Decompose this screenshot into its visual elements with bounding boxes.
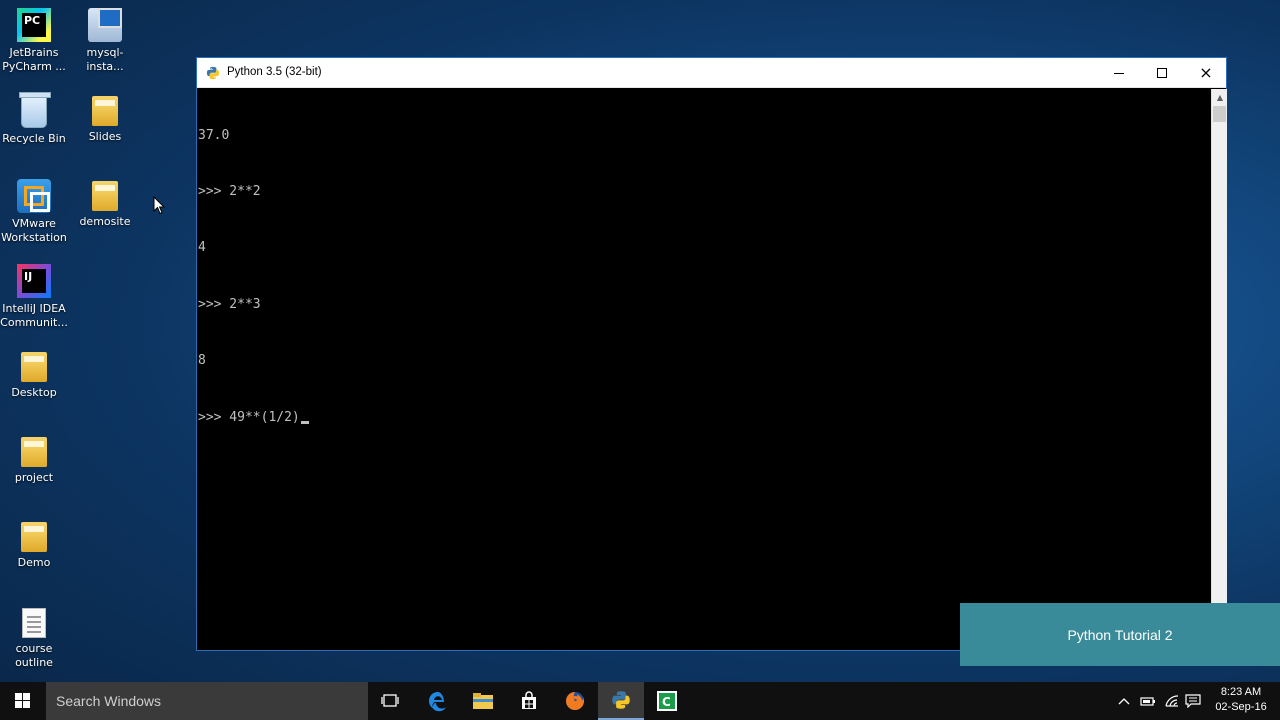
desktop-icon-label: JetBrains PyCharm ... [2, 46, 66, 73]
minimize-button[interactable] [1097, 58, 1141, 88]
desktop-icon-label: mysql-insta... [86, 46, 124, 73]
console-output[interactable]: 37.0 >>> 2**2 4 >>> 2**3 8 >>> 49**(1/2) [197, 89, 1211, 650]
text-caret [300, 420, 309, 424]
folder-icon [21, 522, 47, 552]
maximize-button[interactable] [1140, 58, 1184, 88]
file-explorer-icon [473, 693, 493, 709]
desktop-icon-label: course outline [15, 642, 53, 669]
desktop-icon-intellij[interactable]: IJ IntelliJ IDEA Communit... [0, 264, 70, 330]
clock[interactable]: 8:23 AM 02-Sep-16 [1206, 685, 1276, 715]
document-icon [22, 608, 46, 638]
intellij-icon: IJ [17, 264, 51, 298]
battery-plug-icon [1140, 697, 1155, 706]
vertical-scrollbar[interactable]: ▲ [1211, 89, 1227, 650]
start-button[interactable] [0, 682, 46, 720]
console-input-line[interactable]: >>> 49**(1/2) [198, 409, 1211, 428]
window-titlebar[interactable]: Python 3.5 (32-bit) × [197, 58, 1226, 88]
desktop-icon-project[interactable]: project [0, 435, 70, 485]
taskbar-python[interactable] [598, 682, 644, 720]
wifi-tray-button[interactable] [1164, 682, 1180, 720]
taskbar-store[interactable] [506, 682, 552, 720]
window-title: Python 3.5 (32-bit) [227, 66, 322, 78]
python-icon [206, 66, 220, 80]
taskbar-camtasia[interactable]: C [644, 682, 690, 720]
taskbar-firefox[interactable] [552, 682, 598, 720]
folder-icon [21, 437, 47, 467]
console-line: 37.0 [198, 127, 230, 143]
desktop-icon-pycharm[interactable]: PC JetBrains PyCharm ... [0, 8, 70, 74]
desktop-icon-course-outline[interactable]: course outline [0, 606, 70, 670]
desktop-icon-label: VMware Workstation [1, 217, 67, 244]
search-box[interactable]: Search Windows [46, 682, 368, 720]
overlay-text: Python Tutorial 2 [1067, 626, 1173, 643]
folder-icon [21, 352, 47, 382]
minimize-icon [1114, 72, 1124, 74]
desktop-icon-desktop[interactable]: Desktop [0, 350, 70, 400]
console-line: 8 [198, 353, 206, 369]
chevron-up-icon [1118, 698, 1130, 705]
desktop-icon-mysql-installer[interactable]: mysql-insta... [69, 8, 141, 74]
task-view-icon [381, 694, 399, 707]
desktop-icon-label: Slides [88, 130, 122, 143]
desktop-icon-label: demosite [79, 215, 131, 228]
maximize-icon [1157, 68, 1167, 78]
show-hidden-icons-button[interactable] [1118, 682, 1130, 720]
vmware-icon [17, 179, 51, 213]
console-current-input: >>> 49**(1/2) [198, 409, 300, 425]
desktop-icon-label: Recycle Bin [2, 132, 66, 145]
svg-text:C: C [662, 695, 671, 709]
store-icon [522, 691, 536, 709]
scrollbar-thumb[interactable] [1213, 106, 1226, 122]
tutorial-title-overlay: Python Tutorial 2 [960, 603, 1280, 666]
desktop-icon-recycle-bin[interactable]: Recycle Bin [0, 92, 70, 146]
close-icon: × [1199, 63, 1213, 82]
notification-icon [1185, 694, 1201, 708]
clock-date: 02-Sep-16 [1215, 701, 1267, 713]
console-line: 4 [198, 240, 206, 256]
action-center-button[interactable] [1185, 682, 1201, 720]
recycle-bin-icon [19, 92, 51, 128]
windows-logo-icon [15, 693, 31, 709]
close-button[interactable]: × [1184, 58, 1228, 88]
python-console-window[interactable]: Python 3.5 (32-bit) × 37.0 >>> 2**2 4 >>… [196, 57, 1227, 651]
desktop-icon-label: project [14, 471, 54, 484]
desktop-icon-label: IntelliJ IDEA Communit... [0, 302, 68, 329]
mysql-installer-icon [88, 8, 122, 42]
taskbar: Search Windows C 8:23 AM 02-Sep-16 [0, 682, 1280, 720]
camtasia-icon: C [657, 691, 677, 711]
console-line: >>> 2**2 [198, 183, 261, 199]
python-icon [612, 691, 630, 709]
task-view-button[interactable] [367, 682, 413, 720]
desktop-icon-demosite[interactable]: demosite [69, 179, 141, 229]
taskbar-file-explorer[interactable] [460, 682, 506, 720]
desktop-icon-label: Desktop [11, 386, 57, 399]
desktop-icon-slides[interactable]: Slides [69, 94, 141, 144]
folder-icon [92, 96, 118, 126]
battery-tray-button[interactable] [1140, 682, 1156, 720]
firefox-icon [566, 692, 584, 710]
desktop-icon-vmware[interactable]: VMware Workstation [0, 179, 70, 245]
desktop-icon-demo[interactable]: Demo [0, 520, 70, 570]
scroll-up-icon[interactable]: ▲ [1212, 89, 1228, 106]
wifi-icon [1165, 695, 1179, 707]
pycharm-icon: PC [17, 8, 51, 42]
desktop-icon-label: Demo [17, 556, 51, 569]
taskbar-edge[interactable] [415, 682, 461, 720]
clock-time: 8:23 AM [1220, 686, 1262, 698]
console-line: >>> 2**3 [198, 296, 261, 312]
edge-icon [429, 692, 446, 712]
folder-icon [92, 181, 118, 211]
